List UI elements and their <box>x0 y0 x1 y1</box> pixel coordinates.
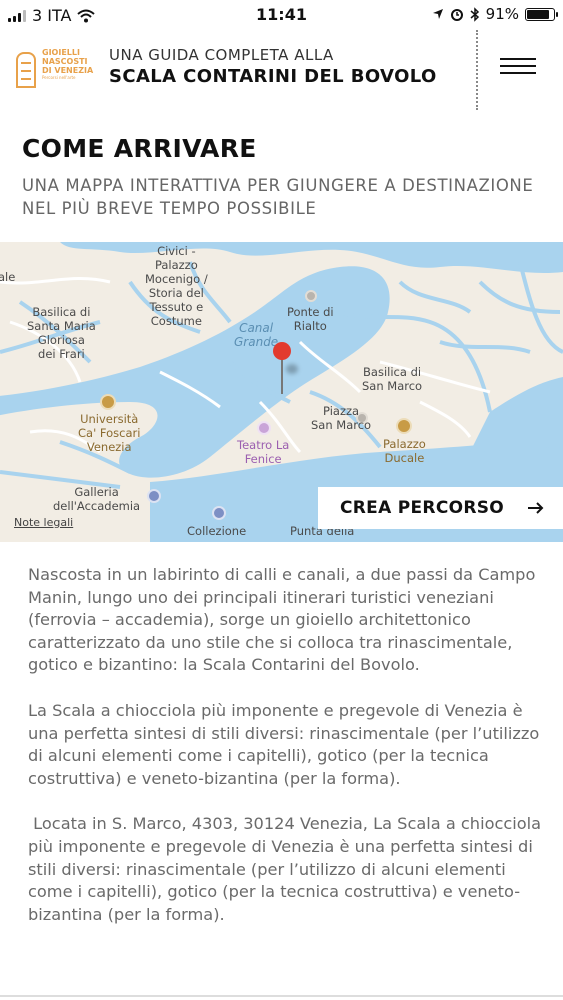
logo-text: GIOIELLI NASCOSTI DI VENEZIA Percorsi ne… <box>42 46 93 90</box>
map-label-piazza-san-marco[interactable]: Piazza San Marco <box>311 404 371 432</box>
teatro-fenice-icon[interactable] <box>257 421 271 435</box>
status-right: 91% <box>432 5 558 23</box>
northern-water <box>60 242 563 274</box>
map-label-collezione[interactable]: Collezione <box>187 524 246 538</box>
tower-logo-icon <box>14 46 38 88</box>
description-paragraph-1: Nascosta in un labirinto di calli e cana… <box>28 565 536 675</box>
university-icon[interactable] <box>100 394 116 410</box>
logo-tagline: Percorsi nell'arte <box>42 75 76 80</box>
palazzo-ducale-icon[interactable] <box>396 418 412 434</box>
location-pin-icon[interactable] <box>272 342 298 397</box>
description-paragraph-3: Locata in S. Marco, 4303, 30124 Venezia,… <box>28 814 547 924</box>
alarm-icon <box>450 9 463 21</box>
battery-percent: 91% <box>485 5 519 23</box>
logo-line-3: DI VENEZIA <box>42 66 94 75</box>
header-subtitle: UNA GUIDA COMPLETA ALLA <box>109 46 334 64</box>
battery-icon <box>525 7 558 21</box>
map-label-teatro-fenice[interactable]: Teatro La Fenice <box>237 438 289 466</box>
arrow-right-icon <box>528 502 544 514</box>
collezione-icon[interactable] <box>212 506 226 520</box>
logo[interactable]: GIOIELLI NASCOSTI DI VENEZIA Percorsi ne… <box>14 46 98 90</box>
map-label-ale: ale <box>0 270 16 284</box>
map-label-galleria-accademia[interactable]: Galleria dell'Accademia <box>53 485 140 513</box>
map-label-ponte-rialto[interactable]: Ponte di Rialto <box>287 305 334 333</box>
create-route-button[interactable]: CREA PERCORSO <box>318 487 563 529</box>
header-title: SCALA CONTARINI DEL BOVOLO <box>109 66 437 87</box>
rialto-bridge-icon[interactable] <box>305 290 317 302</box>
location-arrow-icon <box>432 9 443 19</box>
map-label-museo-mocenigo[interactable]: Civici - Palazzo Mocenigo / Storia del T… <box>145 244 208 328</box>
map-label-frari[interactable]: Basilica di Santa Maria Gloriosa dei Fra… <box>27 305 96 361</box>
logo-line-2: NASCOSTI <box>42 57 88 66</box>
header-divider <box>476 30 478 110</box>
bluetooth-icon <box>470 6 479 22</box>
section-subtitle: UNA MAPPA INTERATTIVA PER GIUNGERE A DES… <box>22 176 534 218</box>
map-label-palazzo-ducale[interactable]: Palazzo Ducale <box>383 437 426 465</box>
map-label-basilica-san-marco[interactable]: Basilica di San Marco <box>362 365 422 393</box>
section-title: COME ARRIVARE <box>22 134 257 163</box>
hamburger-menu-icon[interactable] <box>500 58 536 78</box>
map-label-universita[interactable]: Università Ca' Foscari Venezia <box>78 412 140 454</box>
description-paragraph-2: La Scala a chiocciola più imponente e pr… <box>28 700 540 788</box>
create-route-label: CREA PERCORSO <box>340 498 505 518</box>
logo-line-1: GIOIELLI <box>42 48 80 57</box>
galleria-accademia-icon[interactable] <box>147 489 161 503</box>
bottom-divider <box>0 995 563 997</box>
app-header: GIOIELLI NASCOSTI DI VENEZIA Percorsi ne… <box>0 30 563 110</box>
status-bar: 3 ITA 11:41 91% <box>0 0 563 30</box>
description: Nascosta in un labirinto di calli e cana… <box>28 564 548 949</box>
map-legal-link[interactable]: Note legali <box>14 516 73 530</box>
